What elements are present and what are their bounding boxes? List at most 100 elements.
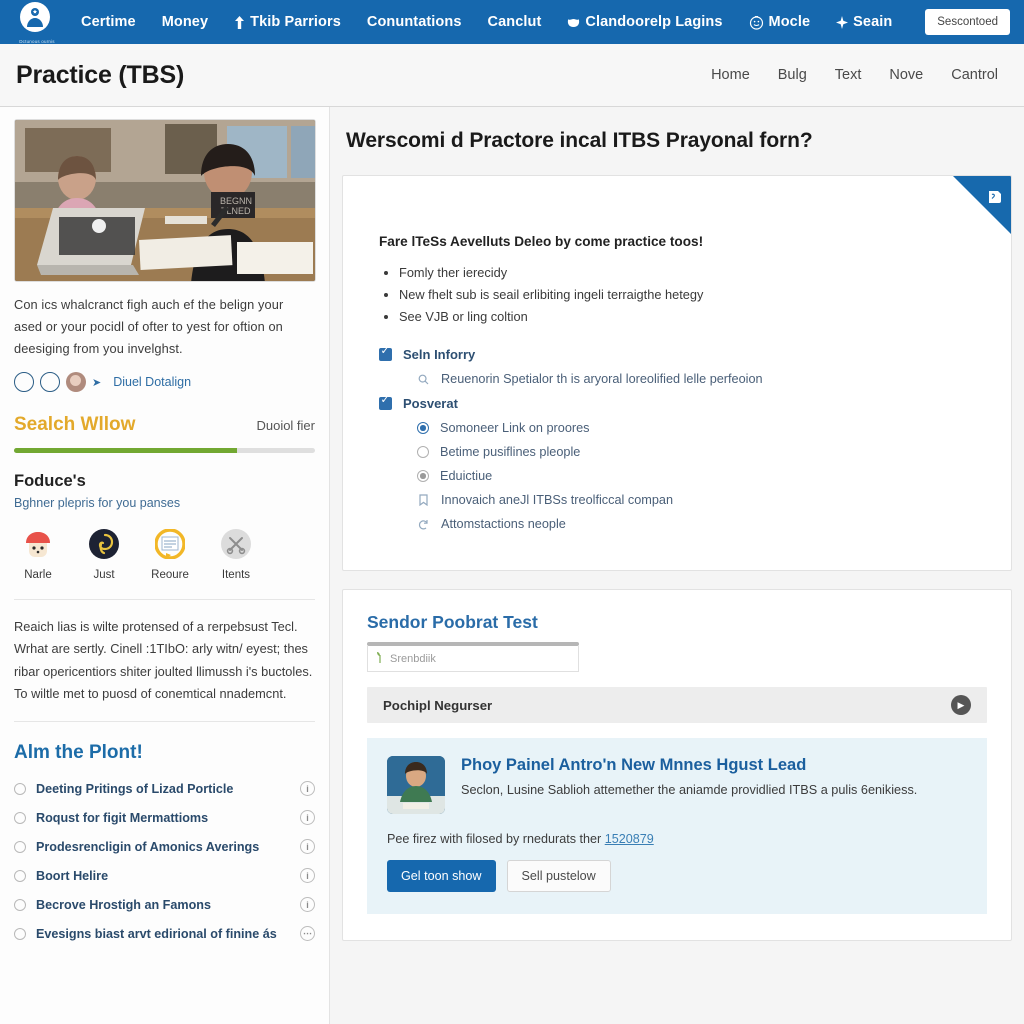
- sub-item-row[interactable]: Innovaich aneJl ITBSs treolficcal compan: [379, 488, 977, 512]
- list-item[interactable]: Roqust for figit Mermattioms i: [14, 803, 315, 832]
- content-columns: BEGNN TLNED Con ics whalcranct figh auch…: [0, 107, 1024, 1024]
- sub-item-label: Attomstactions neople: [441, 517, 566, 531]
- badge-narle[interactable]: Narle: [17, 525, 59, 581]
- info-icon[interactable]: i: [300, 868, 315, 884]
- subnav-item-bulg[interactable]: Bulg: [778, 67, 807, 83]
- main-content: Werscomi d Practore incal ITBS Prayonal …: [330, 107, 1024, 1024]
- search-section-title: Sealch Wllow: [14, 414, 136, 435]
- subnav-item-cantrol[interactable]: Cantrol: [951, 67, 998, 83]
- info-card: Fare lTeSs Aevelluts Deleo by come pract…: [342, 175, 1012, 571]
- nav-label: Canclut: [487, 14, 542, 30]
- progress-bar: [14, 448, 315, 453]
- card-lead-text: Fare lTeSs Aevelluts Deleo by come pract…: [379, 234, 704, 249]
- radio-selected-icon[interactable]: [417, 422, 429, 434]
- promo-buttons: Gel toon show Sell pustelow: [387, 860, 967, 892]
- nav-item-tkib-parriors[interactable]: Tkib Parriors: [221, 14, 354, 30]
- radio-icon[interactable]: [14, 898, 26, 911]
- plan-title: Alm the Plont!: [14, 742, 143, 764]
- sub-header: Practice (TBS) Home Bulg Text Nove Cantr…: [0, 44, 1024, 107]
- info-icon[interactable]: i: [300, 897, 315, 913]
- badge-just[interactable]: Just: [83, 525, 125, 581]
- sidebar-divider-2: [14, 721, 315, 723]
- sub-item-label: Somoneer Link on proores: [440, 421, 590, 435]
- main-heading: Werscomi d Practore incal ITBS Prayonal …: [346, 129, 813, 152]
- sub-item-label: Innovaich aneJl ITBSs treolficcal compan: [441, 493, 674, 507]
- byline-label[interactable]: Diuel Dotalign: [113, 375, 191, 389]
- checkbox-checked-icon[interactable]: [379, 395, 392, 410]
- search-input[interactable]: Srenbdiik: [367, 646, 579, 672]
- list-item[interactable]: Prodesrencligin of Amonics Averings i: [14, 832, 315, 861]
- produce-badges: Narle Just Reoure Itents: [14, 525, 315, 581]
- mushroom-icon: [19, 525, 57, 563]
- sidebar-divider: [14, 599, 315, 600]
- checkbox-checked-icon[interactable]: [379, 346, 392, 361]
- task-label: Deeting Pritings of Lizad Porticle: [36, 781, 234, 796]
- brand-subtitle: Dctunous ournis: [19, 39, 55, 44]
- list-item[interactable]: Becrove Hrostigh an Famons i: [14, 890, 315, 919]
- radio-icon[interactable]: [14, 811, 26, 824]
- play-arrow-icon[interactable]: ▶: [951, 695, 971, 715]
- nav-label: Clandoorelp Lagins: [585, 14, 723, 30]
- sub-item-label: Eduictiue: [440, 469, 493, 483]
- arrow-right-icon: ➤: [92, 376, 102, 389]
- badge-itents[interactable]: Itents: [215, 525, 257, 581]
- clock-icon: [749, 15, 764, 30]
- list-item[interactable]: Boort Helire i: [14, 861, 315, 890]
- info-card-body: Fare lTeSs Aevelluts Deleo by come pract…: [343, 176, 1011, 570]
- progress-bar-fill: [14, 448, 237, 453]
- accordion-row[interactable]: Pochipl Negurser ▶: [367, 687, 987, 723]
- subnav-item-text[interactable]: Text: [835, 67, 862, 83]
- radio-gray-selected-icon[interactable]: [417, 470, 429, 482]
- list-item[interactable]: Deeting Pritings of Lizad Porticle i: [14, 774, 315, 803]
- nav-item-mocle[interactable]: Mocle: [736, 14, 824, 30]
- radio-icon[interactable]: [14, 782, 26, 795]
- nav-label: Mocle: [768, 14, 811, 30]
- radio-icon[interactable]: [14, 927, 26, 940]
- bookmark-icon: [987, 190, 1002, 207]
- checkbox-row-seln-inforry[interactable]: Seln Inforry: [379, 342, 977, 367]
- more-icon[interactable]: ⋯: [300, 926, 315, 942]
- checkbox-label: Seln Inforry: [403, 347, 476, 362]
- info-icon[interactable]: i: [300, 781, 315, 797]
- nav-item-clandoorelp-lagins[interactable]: Clandoorelp Lagins: [554, 14, 735, 30]
- sub-item-row[interactable]: Betime pusiflines pleople: [379, 440, 977, 464]
- sub-item-row[interactable]: Attomstactions neople: [379, 512, 977, 536]
- list-item: New fhelt sub is seail erlibiting ingeli…: [399, 284, 977, 306]
- sub-item-row[interactable]: Reuenorin Spetialor th is aryoral loreol…: [379, 367, 977, 391]
- sub-item-label: Reuenorin Spetialor th is aryoral loreol…: [441, 372, 763, 386]
- promo-secondary-button[interactable]: Sell pustelow: [506, 860, 611, 892]
- subnav-item-home[interactable]: Home: [711, 67, 750, 83]
- nav-label: Tkib Parriors: [250, 14, 341, 30]
- nav-item-certime[interactable]: Certime: [68, 14, 149, 30]
- info-icon[interactable]: i: [300, 810, 315, 826]
- radio-empty-icon[interactable]: [417, 446, 429, 458]
- sidebar-paragraph-text: Con ics whalcranct figh auch ef the beli…: [14, 297, 284, 356]
- practice-test-title: Sendor Poobrat Test: [367, 612, 538, 632]
- promo-primary-button[interactable]: Gel toon show: [387, 860, 496, 892]
- nav-label: Certime: [81, 14, 136, 30]
- nav-item-canclut[interactable]: Canclut: [475, 14, 555, 30]
- badge-label: Itents: [221, 569, 251, 581]
- svg-text:BEGNN: BEGNN: [220, 196, 252, 206]
- radio-icon[interactable]: [14, 869, 26, 882]
- corner-ribbon: [953, 176, 1011, 234]
- promo-title[interactable]: Phoy Painel Antro'n New Mnnes Hgust Lead: [461, 756, 917, 775]
- subnav-item-nove[interactable]: Nove: [889, 67, 923, 83]
- checkbox-row-posverat[interactable]: Posverat: [379, 391, 977, 416]
- radio-icon[interactable]: [14, 840, 26, 853]
- nav-item-money[interactable]: Money: [149, 14, 221, 30]
- nav-item-seain[interactable]: Seain: [823, 14, 905, 30]
- brand-logo[interactable]: Dctunous ournis: [14, 0, 60, 44]
- list-item: Fomly ther ierecidy: [399, 262, 977, 284]
- badge-reoure[interactable]: Reoure: [149, 525, 191, 581]
- signin-button[interactable]: Sescontoed: [925, 9, 1010, 35]
- practice-test-card: Sendor Poobrat Test Srenbdiik Pochipl Ne…: [342, 589, 1012, 941]
- nav-item-conuntations[interactable]: Conuntations: [354, 14, 475, 30]
- list-item[interactable]: Evesigns biast arvt edirional of finine …: [14, 919, 315, 948]
- search-section-header: Sealch Wllow Duoiol fier: [14, 414, 315, 436]
- nav-label: Seain: [853, 14, 893, 30]
- info-icon[interactable]: i: [300, 839, 315, 855]
- sub-item-row[interactable]: Somoneer Link on proores: [379, 416, 977, 440]
- sub-item-row[interactable]: Eduictiue: [379, 464, 977, 488]
- promo-note-link[interactable]: 1520879: [605, 832, 654, 846]
